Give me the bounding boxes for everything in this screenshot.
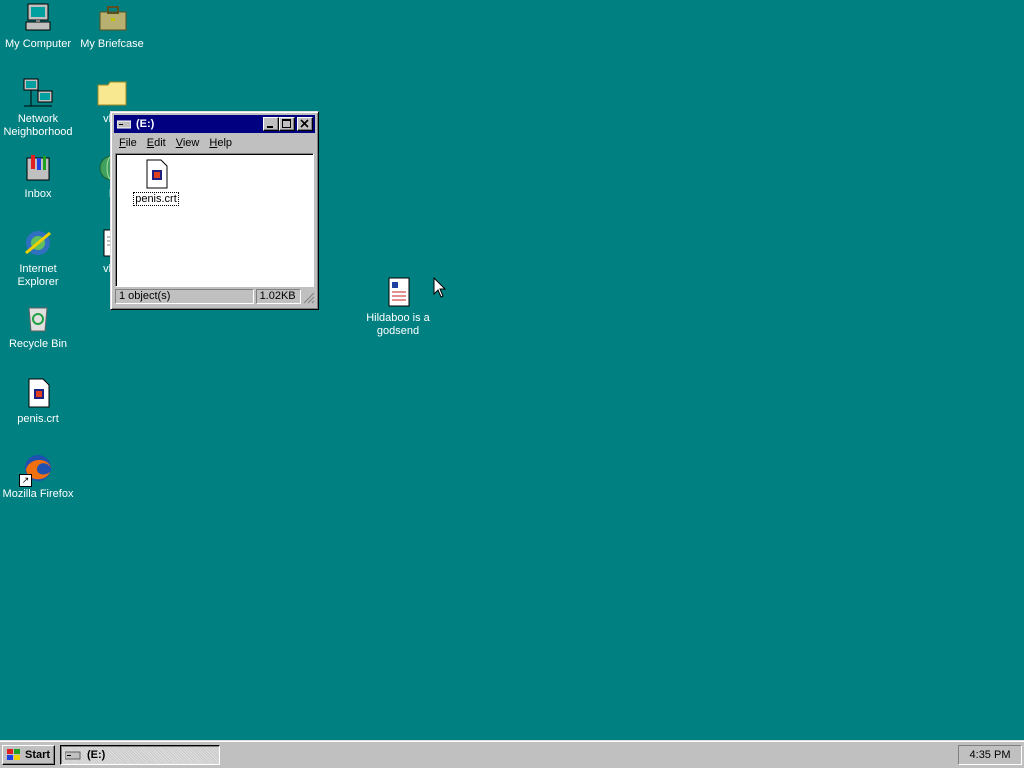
certificate-icon bbox=[22, 377, 54, 409]
explorer-window[interactable]: (E:) File Edit View Help penis.crt 1 obj… bbox=[110, 111, 319, 310]
desktop-icon-label: Mozilla Firefox bbox=[2, 488, 74, 500]
status-object-count: 1 object(s) bbox=[115, 289, 254, 304]
drive-icon bbox=[117, 120, 131, 129]
folder-content[interactable]: penis.crt bbox=[115, 153, 314, 287]
taskbar: Start (E:) 4:35 PM bbox=[0, 740, 1024, 768]
close-button[interactable] bbox=[297, 117, 313, 131]
inbox-icon bbox=[22, 152, 54, 184]
status-size: 1.02KB bbox=[255, 289, 302, 304]
desktop-icon-label: Recycle Bin bbox=[8, 338, 68, 350]
firefox-icon: ↗ bbox=[19, 452, 54, 487]
desktop-icon-mozilla-firefox[interactable]: ↗ Mozilla Firefox bbox=[0, 452, 76, 501]
desktop-icon-label: Internet Explorer bbox=[17, 263, 59, 288]
shortcut-arrow-icon: ↗ bbox=[19, 474, 32, 487]
file-label: penis.crt bbox=[133, 192, 179, 206]
text-document-icon bbox=[382, 276, 414, 308]
ie-icon bbox=[22, 227, 54, 259]
menu-edit[interactable]: Edit bbox=[142, 137, 171, 149]
network-icon bbox=[22, 77, 54, 109]
recycle-bin-icon bbox=[22, 302, 54, 334]
maximize-icon bbox=[282, 119, 291, 128]
window-title: (E:) bbox=[136, 118, 155, 130]
desktop-icon-inbox[interactable]: Inbox bbox=[0, 152, 76, 201]
menu-file[interactable]: File bbox=[114, 137, 142, 149]
desktop-icon-recycle-bin[interactable]: Recycle Bin bbox=[0, 302, 76, 351]
mouse-cursor-icon bbox=[433, 277, 447, 298]
certificate-icon bbox=[146, 159, 168, 189]
desktop-icon-label: Inbox bbox=[24, 188, 52, 200]
start-button[interactable]: Start bbox=[2, 745, 55, 765]
desktop-icon-network-neighborhood[interactable]: Network Neighborhood bbox=[0, 77, 76, 139]
resize-grip-icon[interactable] bbox=[303, 292, 315, 304]
system-tray-clock[interactable]: 4:35 PM bbox=[958, 745, 1022, 765]
desktop-icon-label: My Briefcase bbox=[80, 38, 144, 50]
desktop-icon-label: My Computer bbox=[4, 38, 72, 50]
desktop-icon-my-computer[interactable]: My Computer bbox=[0, 2, 76, 51]
minimize-button[interactable] bbox=[263, 117, 279, 131]
desktop-icon-label: penis.crt bbox=[17, 413, 59, 425]
desktop-icon-label: Hildaboo is a godsend bbox=[366, 312, 430, 337]
folder-icon bbox=[96, 77, 128, 109]
windows-logo-icon bbox=[7, 749, 20, 760]
desktop-icon-label: Network Neighborhood bbox=[3, 113, 73, 138]
start-label: Start bbox=[25, 749, 51, 761]
menu-help[interactable]: Help bbox=[204, 137, 237, 149]
menu-view[interactable]: View bbox=[171, 137, 205, 149]
minimize-icon bbox=[267, 126, 273, 128]
computer-icon bbox=[22, 2, 54, 34]
desktop-icon-my-briefcase[interactable]: My Briefcase bbox=[74, 2, 150, 51]
taskbar-window-label: (E:) bbox=[87, 749, 106, 761]
drive-icon bbox=[65, 751, 81, 760]
status-bar: 1 object(s) 1.02KB bbox=[115, 289, 315, 306]
clock-text: 4:35 PM bbox=[969, 749, 1011, 761]
taskbar-window-button[interactable]: (E:) bbox=[60, 745, 220, 765]
desktop-icon-hildaboo[interactable]: Hildaboo is a godsend bbox=[360, 276, 436, 338]
file-item[interactable]: penis.crt bbox=[131, 158, 181, 206]
briefcase-icon bbox=[96, 2, 128, 34]
window-titlebar[interactable]: (E:) bbox=[114, 115, 315, 133]
menu-bar: File Edit View Help bbox=[114, 134, 315, 152]
close-icon bbox=[300, 119, 309, 128]
desktop-icon-internet-explorer[interactable]: Internet Explorer bbox=[0, 227, 76, 289]
desktop-icon-penis-crt[interactable]: penis.crt bbox=[0, 377, 76, 426]
maximize-button[interactable] bbox=[279, 117, 295, 131]
